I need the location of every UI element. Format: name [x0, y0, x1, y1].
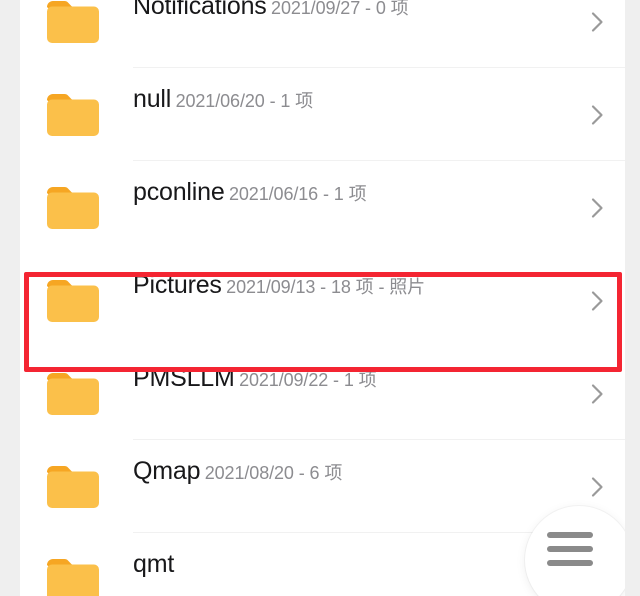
- folder-icon: [45, 557, 102, 596]
- list-item-content[interactable]: PMSLLM 2021/09/22 - 1 项: [20, 347, 625, 440]
- chevron-right-icon[interactable]: [583, 194, 611, 222]
- list-item-text: qmt: [133, 549, 555, 580]
- hamburger-bar: [547, 532, 593, 538]
- list-item[interactable]: Qmap 2021/08/20 - 6 项: [20, 440, 625, 533]
- folder-meta: 2021/06/20 - 1 项: [175, 91, 314, 111]
- chevron-right-icon[interactable]: [583, 380, 611, 408]
- folder-meta: 2021/09/22 - 1 项: [239, 370, 377, 390]
- list-item-text: Notifications 2021/09/27 - 0 项: [133, 0, 555, 22]
- folder-meta: 2021/09/13 - 18 项 - 照片: [226, 277, 426, 297]
- folder-icon: [45, 185, 102, 231]
- folder-icon: [45, 0, 102, 45]
- list-item-text: PMSLLM 2021/09/22 - 1 项: [133, 363, 555, 394]
- list-item-text: null 2021/06/20 - 1 项: [133, 84, 555, 115]
- list-item[interactable]: PMSLLM 2021/09/22 - 1 项: [20, 347, 625, 440]
- list-item-text: pconline 2021/06/16 - 1 项: [133, 177, 555, 208]
- folder-icon: [45, 278, 102, 324]
- folder-name: qmt: [133, 550, 175, 578]
- folder-list[interactable]: Notifications 2021/09/27 - 0 项 null 2021…: [20, 0, 625, 596]
- folder-name: PMSLLM: [133, 364, 235, 392]
- list-item[interactable]: null 2021/06/20 - 1 项: [20, 68, 625, 161]
- folder-icon: [45, 371, 102, 417]
- chevron-right-icon[interactable]: [583, 101, 611, 129]
- list-item-content[interactable]: Pictures 2021/09/13 - 18 项 - 照片: [20, 254, 625, 347]
- folder-meta: 2021/06/16 - 1 项: [228, 184, 367, 204]
- folder-icon: [45, 464, 102, 510]
- folder-name: Pictures: [133, 271, 222, 299]
- list-item[interactable]: pconline 2021/06/16 - 1 项: [20, 161, 625, 254]
- list-item[interactable]: Notifications 2021/09/27 - 0 项: [20, 0, 625, 68]
- folder-name: pconline: [133, 178, 225, 206]
- chevron-right-icon[interactable]: [583, 473, 611, 501]
- list-item-content[interactable]: null 2021/06/20 - 1 项: [20, 68, 625, 161]
- folder-name: Notifications: [133, 0, 267, 20]
- chevron-right-icon[interactable]: [583, 287, 611, 315]
- folder-meta: 2021/09/27 - 0 项: [271, 0, 409, 18]
- hamburger-bar: [547, 546, 593, 552]
- content-panel: Notifications 2021/09/27 - 0 项 null 2021…: [20, 0, 625, 596]
- folder-meta: 2021/08/20 - 6 项: [204, 463, 343, 483]
- folder-name: Qmap: [133, 457, 201, 485]
- hamburger-menu-icon: [547, 532, 593, 566]
- list-item-text: Qmap 2021/08/20 - 6 项: [133, 456, 555, 487]
- list-item-content[interactable]: Notifications 2021/09/27 - 0 项: [20, 0, 625, 68]
- list-item-content[interactable]: Qmap 2021/08/20 - 6 项: [20, 440, 625, 533]
- folder-icon: [45, 92, 102, 138]
- screen: Notifications 2021/09/27 - 0 项 null 2021…: [0, 0, 640, 596]
- list-item-text: Pictures 2021/09/13 - 18 项 - 照片: [133, 270, 555, 301]
- list-item-content[interactable]: pconline 2021/06/16 - 1 项: [20, 161, 625, 254]
- folder-name: null: [133, 85, 172, 113]
- hamburger-bar: [547, 560, 593, 566]
- chevron-right-icon[interactable]: [583, 8, 611, 36]
- list-item-pictures[interactable]: Pictures 2021/09/13 - 18 项 - 照片: [20, 254, 625, 347]
